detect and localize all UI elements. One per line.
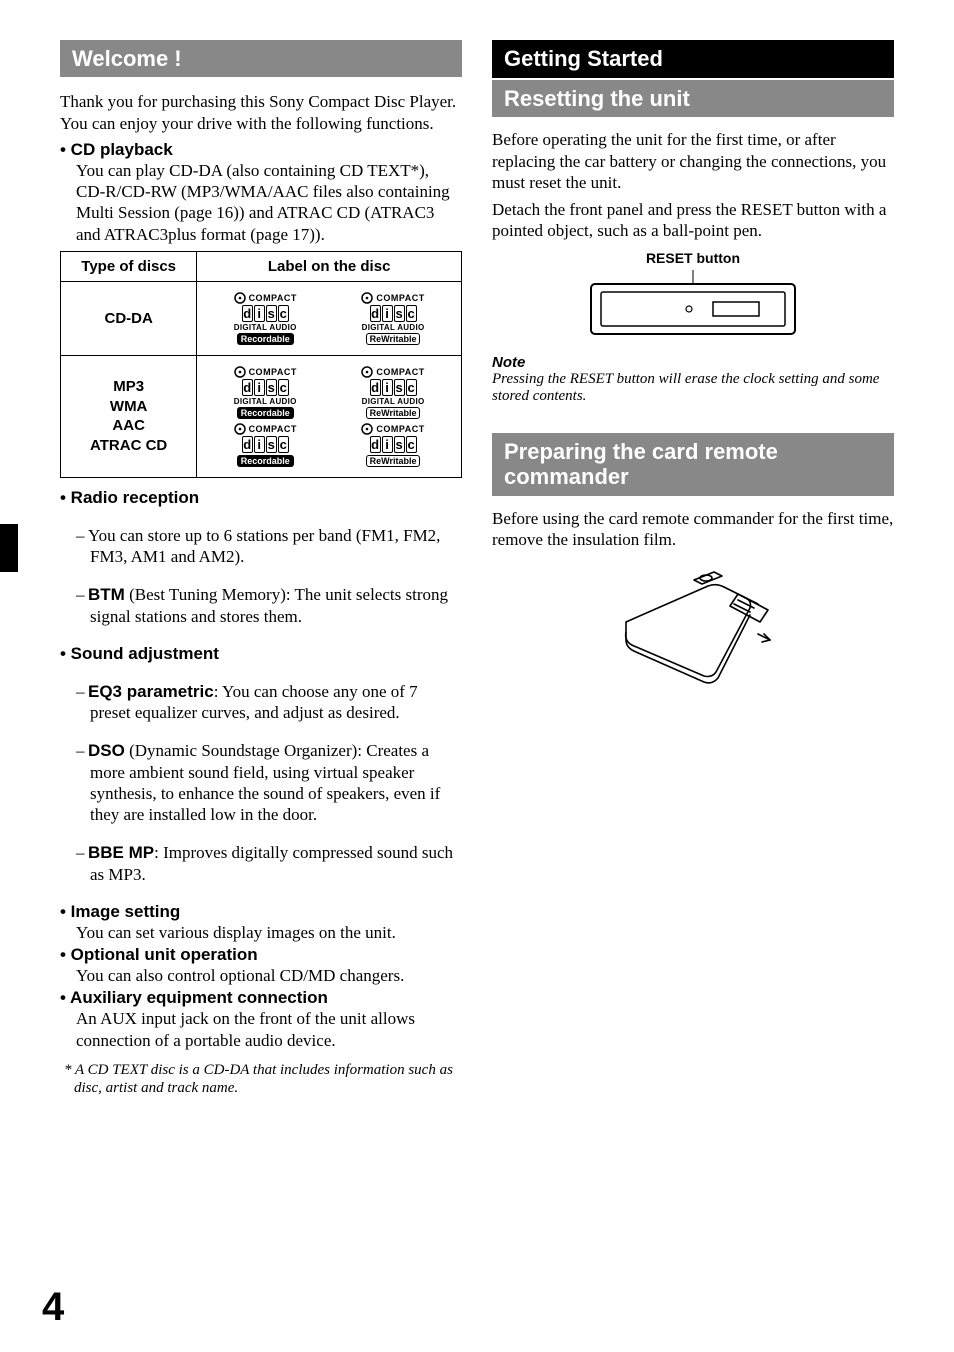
table-header-type: Type of discs bbox=[61, 251, 197, 281]
cd-playback-body: You can play CD-DA (also containing CD T… bbox=[76, 160, 462, 245]
compact-disc-logo-recordable: COMPACT disc DIGITAL AUDIO Recordable bbox=[234, 366, 297, 419]
sound-adjustment-head: • Sound adjustment bbox=[60, 644, 462, 664]
note-body: Pressing the RESET button will erase the… bbox=[492, 371, 894, 406]
compact-disc-logo-rewritable-short: COMPACT disc ReWritable bbox=[361, 423, 424, 467]
chapter-heading: Getting Started bbox=[492, 40, 894, 78]
compact-disc-logo-rewritable: COMPACT disc DIGITAL AUDIO ReWritable bbox=[361, 366, 424, 419]
disc-table: Type of discs Label on the disc CD-DA CO… bbox=[60, 251, 462, 478]
page-edge-tab bbox=[0, 524, 18, 572]
image-setting-body: You can set various display images on th… bbox=[76, 922, 462, 943]
radio-reception-head: • Radio reception bbox=[60, 488, 462, 508]
radio-item-1: –You can store up to 6 stations per band… bbox=[90, 525, 462, 568]
left-column: Welcome ! Thank you for purchasing this … bbox=[60, 40, 462, 1112]
welcome-intro: Thank you for purchasing this Sony Compa… bbox=[60, 91, 462, 134]
optional-unit-head: • Optional unit operation bbox=[60, 945, 462, 965]
reset-button-diagram bbox=[492, 270, 894, 340]
page-number: 4 bbox=[42, 1285, 64, 1330]
note-heading: Note bbox=[492, 354, 894, 371]
cd-playback-head: • CD playback bbox=[60, 140, 462, 160]
aux-head: • Auxiliary equipment connection bbox=[60, 988, 462, 1008]
card-remote-diagram bbox=[492, 560, 894, 690]
heading-welcome: Welcome ! bbox=[60, 40, 462, 77]
table-row1-logos: COMPACT disc DIGITAL AUDIO Recordable CO… bbox=[197, 281, 462, 355]
optional-unit-body: You can also control optional CD/MD chan… bbox=[76, 965, 462, 986]
compact-disc-logo-recordable: COMPACT disc DIGITAL AUDIO Recordable bbox=[234, 292, 297, 345]
prepare-body: Before using the card remote commander f… bbox=[492, 508, 894, 551]
sound-item-3: –BBE MP: Improves digitally compressed s… bbox=[90, 842, 462, 885]
aux-body: An AUX input jack on the front of the un… bbox=[76, 1008, 462, 1051]
table-row2-logos: COMPACT disc DIGITAL AUDIO Recordable CO… bbox=[197, 355, 462, 477]
table-row2-type: MP3 WMA AAC ATRAC CD bbox=[61, 355, 197, 477]
table-header-label: Label on the disc bbox=[197, 251, 462, 281]
heading-resetting: Resetting the unit bbox=[492, 80, 894, 117]
compact-disc-logo-rewritable: COMPACT disc DIGITAL AUDIO ReWritable bbox=[361, 292, 424, 345]
heading-preparing-remote: Preparing the card remote commander bbox=[492, 433, 894, 496]
cd-text-footnote: * A CD TEXT disc is a CD-DA that include… bbox=[60, 1061, 462, 1097]
reset-button-label: RESET button bbox=[492, 250, 894, 266]
radio-item-2: –BTM (Best Tuning Memory): The unit sele… bbox=[90, 584, 462, 627]
sound-item-1: –EQ3 parametric: You can choose any one … bbox=[90, 681, 462, 724]
reset-body-1: Before operating the unit for the first … bbox=[492, 129, 894, 193]
table-row1-type: CD-DA bbox=[61, 281, 197, 355]
compact-disc-logo-recordable-short: COMPACT disc Recordable bbox=[234, 423, 297, 467]
sound-item-2: –DSO (Dynamic Soundstage Organizer): Cre… bbox=[90, 740, 462, 825]
right-column: Getting Started Resetting the unit Befor… bbox=[492, 40, 894, 1112]
image-setting-head: • Image setting bbox=[60, 902, 462, 922]
reset-body-2: Detach the front panel and press the RES… bbox=[492, 199, 894, 242]
